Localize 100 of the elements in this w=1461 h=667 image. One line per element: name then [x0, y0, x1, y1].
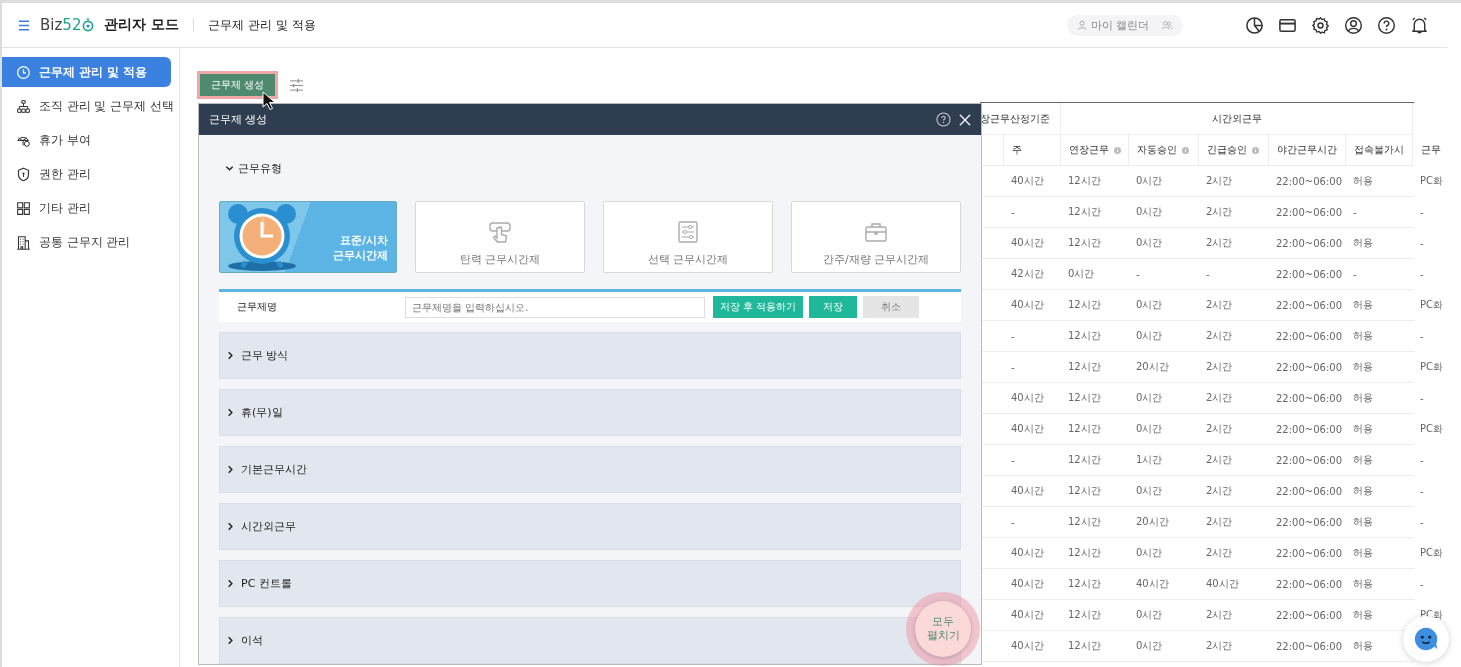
table-cell: -: [1420, 485, 1424, 497]
column-header: 연장근무: [1069, 143, 1109, 157]
table-cell: 40시간: [1011, 608, 1044, 622]
table-cell: 22:00~06:00: [1276, 547, 1342, 559]
table-cell: 22:00~06:00: [1276, 268, 1342, 280]
menu-icon[interactable]: [18, 19, 30, 31]
table-cell: 허용: [1353, 329, 1373, 343]
grid-icon: [16, 200, 31, 216]
notification-icon[interactable]: [1410, 15, 1429, 35]
chat-bubble-face-icon: [1412, 625, 1440, 653]
user-icon[interactable]: [1344, 15, 1363, 35]
table-cell: 12시간: [1068, 205, 1101, 219]
table-cell: 1시간: [1136, 453, 1163, 467]
table-cell: 22:00~06:00: [1276, 299, 1342, 311]
table-cell: 0시간: [1136, 608, 1163, 622]
accordion-section[interactable]: 근무 방식: [219, 332, 961, 379]
table-cell: PC화: [1420, 546, 1443, 560]
table-cell: 22:00~06:00: [1276, 454, 1342, 466]
table-cell: 0시간: [1136, 639, 1163, 653]
table-cell: 22:00~06:00: [1276, 485, 1342, 497]
table-cell: -: [1206, 268, 1210, 280]
table-cell: 허용: [1353, 484, 1373, 498]
cancel-button[interactable]: 취소: [863, 296, 920, 318]
org-icon: [16, 98, 31, 114]
work-type-card[interactable]: 간주/재량 근무시간제: [791, 201, 961, 273]
table-cell: -: [1011, 206, 1015, 218]
table-cell: 2시간: [1206, 484, 1233, 498]
table-cell: 허용: [1353, 174, 1373, 188]
table-cell: 40시간: [1011, 484, 1044, 498]
table-cell: 12시간: [1068, 608, 1101, 622]
table-cell: -: [1420, 330, 1424, 342]
shield-icon: [16, 166, 31, 182]
table-cell: 22:00~06:00: [1276, 206, 1342, 218]
create-button[interactable]: 근무제 생성: [200, 74, 276, 96]
table-cell: 40시간: [1206, 577, 1239, 591]
sidebar-item[interactable]: 공통 근무지 관리: [2, 227, 171, 257]
table-cell: 2시간: [1206, 422, 1233, 436]
accordion-section[interactable]: 휴(무)일: [219, 389, 961, 436]
table-cell: 허용: [1353, 422, 1373, 436]
table-cell: 0시간: [1136, 546, 1163, 560]
logo[interactable]: Biz52: [40, 16, 95, 34]
table-cell: 2시간: [1206, 391, 1233, 405]
table-cell: -: [1136, 268, 1140, 280]
table-cell: 22:00~06:00: [1276, 516, 1342, 528]
table-cell: 허용: [1353, 360, 1373, 374]
chevron-right-icon: [226, 408, 235, 417]
table-cell: 22:00~06:00: [1276, 423, 1342, 435]
sidebar-item[interactable]: 조직 관리 및 근무제 선택: [2, 91, 171, 121]
sidebar-item[interactable]: 근무제 관리 및 적용: [2, 57, 171, 87]
table-cell: -: [1420, 206, 1424, 218]
table-cell: 2시간: [1206, 205, 1233, 219]
table-cell: 40시간: [1011, 577, 1044, 591]
table-cell: 2시간: [1206, 515, 1233, 529]
table-cell: 22:00~06:00: [1276, 175, 1342, 187]
table-cell: 2시간: [1206, 298, 1233, 312]
table-cell: 12시간: [1068, 422, 1101, 436]
table-cell: 0시간: [1068, 267, 1095, 281]
work-type-card[interactable]: 선택 근무시간제: [603, 201, 773, 273]
table-cell: 0시간: [1136, 329, 1163, 343]
close-icon[interactable]: [959, 113, 971, 126]
table-cell: 40시간: [1011, 391, 1044, 405]
table-cell: -: [1011, 516, 1015, 528]
table-cell: 20시간: [1136, 515, 1169, 529]
table-cell: 12시간: [1068, 639, 1101, 653]
table-cell: 20시간: [1136, 360, 1169, 374]
settings-icon[interactable]: [1311, 15, 1330, 35]
table-cell: 2시간: [1206, 608, 1233, 622]
pie-chart-icon[interactable]: [1245, 15, 1264, 35]
table-cell: 40시간: [1011, 546, 1044, 560]
name-input-field[interactable]: 근무제명을 입력하십시오.: [405, 296, 705, 318]
table-cell: -: [1420, 454, 1424, 466]
column-header: 야간근무시간: [1277, 143, 1337, 157]
accordion-section[interactable]: 기본근무시간: [219, 446, 961, 493]
sliders-icon: [676, 219, 700, 244]
help-icon[interactable]: [1377, 15, 1396, 35]
work-type-card[interactable]: 탄력 근무시간제: [415, 201, 585, 273]
accordion-section[interactable]: 시간외근무: [219, 503, 961, 550]
table-cell: 22:00~06:00: [1276, 361, 1342, 373]
table-cell: 22:00~06:00: [1276, 609, 1342, 621]
chevron-right-icon: [226, 465, 235, 474]
sidebar-item[interactable]: 휴가 부여: [2, 125, 171, 155]
chevron-right-icon: [226, 351, 235, 360]
accordion-section[interactable]: PC 컨트롤: [219, 560, 961, 607]
table-cell: -: [1011, 361, 1015, 373]
sidebar-item[interactable]: 기타 관리: [2, 193, 171, 223]
table-cell: 12시간: [1068, 329, 1101, 343]
table-cell: 12시간: [1068, 236, 1101, 250]
table-cell: 12시간: [1068, 484, 1101, 498]
table-cell: 12시간: [1068, 360, 1101, 374]
table-cell: 2시간: [1206, 453, 1233, 467]
clock-icon: [16, 64, 31, 80]
chevron-right-icon: [226, 636, 235, 645]
sidebar-item[interactable]: 권한 관리: [2, 159, 171, 189]
calendar-button[interactable]: 마이 캘린더: [1066, 14, 1183, 36]
hand-icon: [488, 219, 512, 244]
filter-icon[interactable]: [289, 78, 305, 92]
table-cell: 40시간: [1011, 639, 1044, 653]
chevron-right-icon: [226, 522, 235, 531]
table-cell: 12시간: [1068, 577, 1101, 591]
table-cell: PC화: [1420, 422, 1443, 436]
